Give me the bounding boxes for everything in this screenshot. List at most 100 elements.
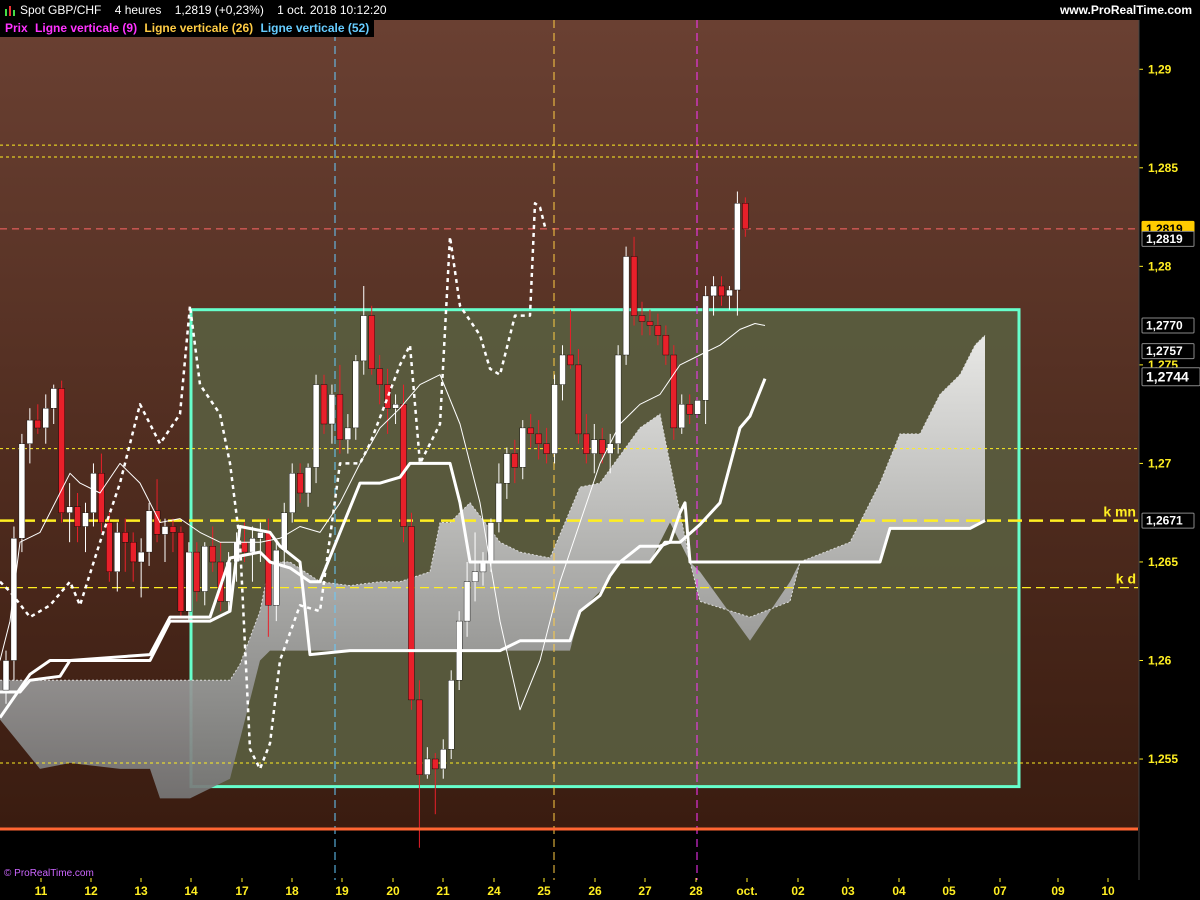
candle-body	[336, 394, 344, 440]
indicator-legend: Prix Ligne verticale (9) Ligne verticale…	[0, 20, 375, 37]
candle-body	[185, 551, 193, 612]
candle-body	[432, 758, 439, 770]
candle-body	[289, 473, 296, 513]
price-label: 1,2757	[1146, 344, 1183, 358]
candle-body	[281, 512, 288, 551]
y-tick-label: 1,27	[1148, 456, 1172, 470]
legend-item-vline-9[interactable]: Ligne verticale (9)	[33, 20, 139, 36]
candle-body	[726, 289, 733, 297]
candle-body	[622, 256, 630, 356]
candle-body	[34, 419, 41, 429]
candle-body	[670, 354, 677, 429]
candle-body	[26, 419, 34, 444]
x-tick-label: 18	[285, 884, 299, 898]
x-tick-label: 17	[235, 884, 249, 898]
candle-body	[209, 546, 216, 563]
plot-bottom-band	[0, 828, 1140, 880]
candle-body	[352, 360, 359, 429]
candle-body	[718, 285, 725, 297]
price-chart[interactable]: k mnk d1,291,2851,281,2751,271,2651,261,…	[0, 20, 1200, 900]
last-price-change: 1,2819 (+0,23%)	[174, 3, 264, 17]
footer-watermark: © ProRealTime.com	[4, 868, 94, 879]
price-label: 1,2744	[1146, 369, 1189, 385]
instrument-title: Spot GBP/CHF	[20, 3, 102, 17]
candle-body	[42, 408, 49, 429]
candle-body	[177, 532, 185, 612]
candle-body	[273, 549, 280, 606]
candle-body	[408, 526, 415, 701]
x-tick-label: 28	[689, 884, 703, 898]
candle-body	[368, 315, 375, 370]
candle-body	[137, 551, 145, 563]
candle-body	[376, 368, 383, 385]
y-tick-label: 1,265	[1148, 555, 1178, 569]
y-tick-label: 1,285	[1148, 161, 1178, 175]
candle-body	[575, 364, 582, 435]
candle-body	[10, 538, 18, 661]
brand-link[interactable]: www.ProRealTime.com	[1060, 3, 1192, 17]
x-tick-label: oct.	[736, 884, 757, 898]
chart-title-line: Spot GBP/CHF 4 heures 1,2819 (+0,23%) 1 …	[20, 3, 387, 17]
candle-body	[440, 749, 447, 770]
legend-item-price[interactable]: Prix	[3, 20, 30, 36]
legend-item-vline-26[interactable]: Ligne verticale (26)	[142, 20, 255, 36]
candle-body	[153, 510, 161, 535]
x-tick-label: 11	[35, 884, 48, 898]
datetime: 1 oct. 2018 10:12:20	[277, 3, 387, 17]
candle-body	[742, 203, 749, 230]
candle-body	[559, 354, 566, 385]
x-tick-label: 24	[487, 884, 501, 898]
candle-body	[654, 325, 662, 336]
candle-body	[535, 433, 542, 444]
candle-body	[384, 384, 391, 409]
x-tick-label: 10	[1101, 884, 1115, 898]
candle-body	[297, 473, 304, 494]
candle-body	[193, 551, 201, 592]
x-tick-label: 13	[134, 884, 148, 898]
candle-body	[551, 384, 558, 454]
y-tick-label: 1,255	[1148, 752, 1178, 766]
price-label: 1,2770	[1146, 319, 1183, 333]
candle-body	[702, 295, 709, 401]
candle-body	[710, 285, 717, 297]
candle-body	[129, 542, 137, 563]
chart-bars-icon	[5, 6, 15, 16]
candle-body	[360, 315, 367, 362]
candle-body	[265, 532, 272, 606]
y-tick-label: 1,28	[1148, 259, 1172, 273]
candle-body	[646, 321, 654, 326]
candle-body	[145, 510, 153, 553]
candle-body	[90, 473, 97, 513]
x-tick-label: 04	[892, 884, 906, 898]
candle-body	[98, 473, 105, 523]
candle-body	[591, 439, 598, 454]
candle-body	[18, 443, 26, 539]
x-tick-label: 19	[335, 884, 349, 898]
candle-body	[607, 443, 614, 454]
x-tick-label: 27	[638, 884, 652, 898]
candle-body	[122, 532, 129, 543]
candle-body	[201, 546, 209, 592]
header-bar: Spot GBP/CHF 4 heures 1,2819 (+0,23%) 1 …	[0, 0, 1200, 20]
candle-body	[630, 256, 638, 316]
legend-item-vline-52[interactable]: Ligne verticale (52)	[258, 20, 371, 36]
candle-body	[583, 433, 590, 454]
candle-body	[614, 354, 622, 444]
candle-body	[495, 482, 503, 523]
x-tick-label: 07	[993, 884, 1007, 898]
candle-body	[734, 203, 741, 291]
x-tick-label: 25	[537, 884, 551, 898]
candle-body	[344, 427, 352, 440]
candle-body	[74, 506, 81, 527]
candle-body	[463, 581, 471, 622]
x-tick-label: 26	[588, 884, 602, 898]
candle-body	[519, 427, 526, 468]
x-tick-label: 21	[436, 884, 450, 898]
x-tick-label: 03	[841, 884, 855, 898]
y-tick-label: 1,26	[1148, 654, 1172, 668]
candle-body	[304, 467, 312, 494]
candle-body	[424, 758, 431, 776]
candle-body	[2, 660, 10, 691]
candle-body	[694, 400, 701, 415]
candle-body	[82, 512, 89, 527]
